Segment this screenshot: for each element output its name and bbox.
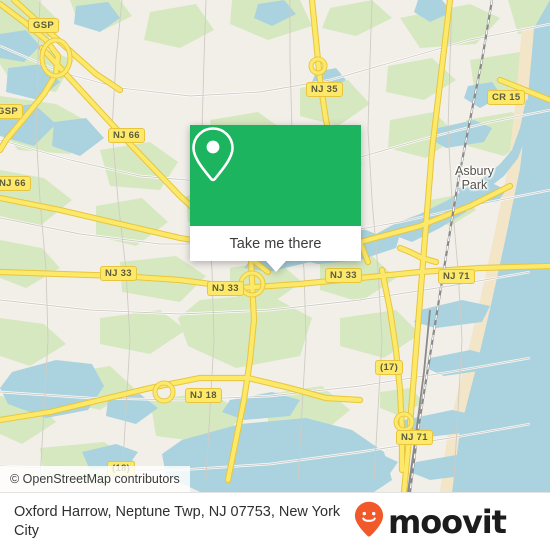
place-label-line2: Park — [461, 178, 488, 192]
road-shield: CR 15 — [487, 90, 526, 105]
place-label-line1: Asbury — [455, 164, 494, 178]
road-shield: NJ 33 — [325, 268, 362, 283]
road-shield: NJ 66 — [108, 128, 145, 143]
road-shield: GSP — [0, 104, 23, 119]
location-popup-card[interactable]: Take me there — [190, 125, 361, 272]
moovit-smiley-pin-icon — [354, 501, 384, 542]
road-shield: NJ 33 — [100, 266, 137, 281]
map-attribution[interactable]: © OpenStreetMap contributors — [0, 466, 190, 492]
road-shield: NJ 35 — [306, 82, 343, 97]
map-canvas[interactable]: GSP GSP NJ 66 NJ 66 NJ 35 CR 15 NJ 33 NJ… — [0, 0, 550, 492]
road-shield: NJ 71 — [396, 430, 433, 445]
map-screenshot-root: GSP GSP NJ 66 NJ 66 NJ 35 CR 15 NJ 33 NJ… — [0, 0, 550, 550]
location-title: Oxford Harrow, Neptune Twp, NJ 07753, Ne… — [14, 503, 341, 539]
popup-action-label: Take me there — [229, 235, 322, 252]
moovit-logo[interactable]: moovit — [354, 501, 520, 542]
place-label-asbury-park: Asbury Park — [455, 164, 494, 192]
road-shield: NJ 33 — [207, 281, 244, 296]
moovit-wordmark: moovit — [388, 502, 507, 541]
attribution-text: © OpenStreetMap contributors — [10, 472, 180, 486]
road-shield: GSP — [28, 18, 59, 33]
popup-pointer-tail — [265, 261, 286, 272]
road-shield: NJ 71 — [438, 269, 475, 284]
popup-header — [190, 125, 361, 226]
popup-action-button[interactable]: Take me there — [190, 226, 361, 261]
road-shield: NJ 66 — [0, 176, 31, 191]
footer-bar: Oxford Harrow, Neptune Twp, NJ 07753, Ne… — [0, 492, 550, 550]
road-shield: (17) — [375, 360, 404, 375]
road-shield: NJ 18 — [185, 388, 222, 403]
